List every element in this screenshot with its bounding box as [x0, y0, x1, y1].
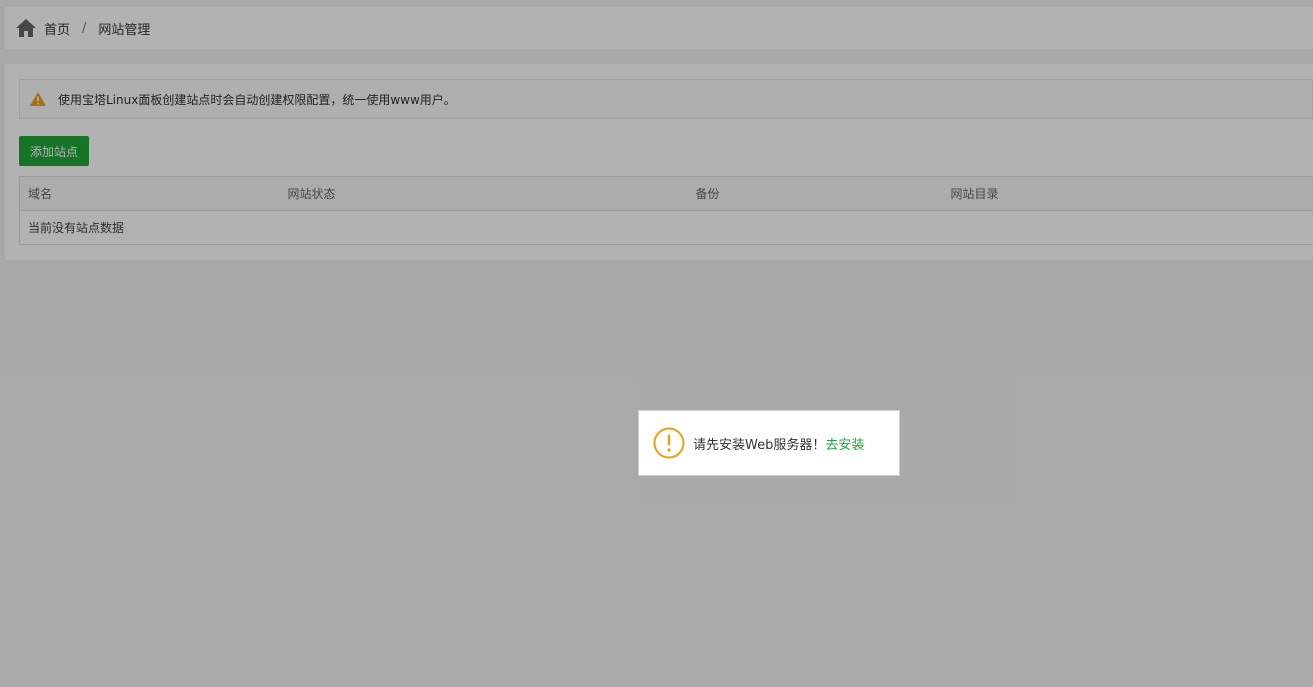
page: 首页 / 网站管理 使用宝塔Linux面板创建站点时会自动创建权限配置，统一使用…: [0, 0, 1313, 687]
install-web-server-dialog: 请先安装Web服务器！ 去安装: [638, 410, 900, 476]
exclamation-circle-icon: [653, 427, 685, 459]
install-link[interactable]: 去安装: [825, 434, 864, 453]
modal-overlay[interactable]: [0, 0, 1313, 687]
dialog-message: 请先安装Web服务器！: [693, 437, 826, 453]
